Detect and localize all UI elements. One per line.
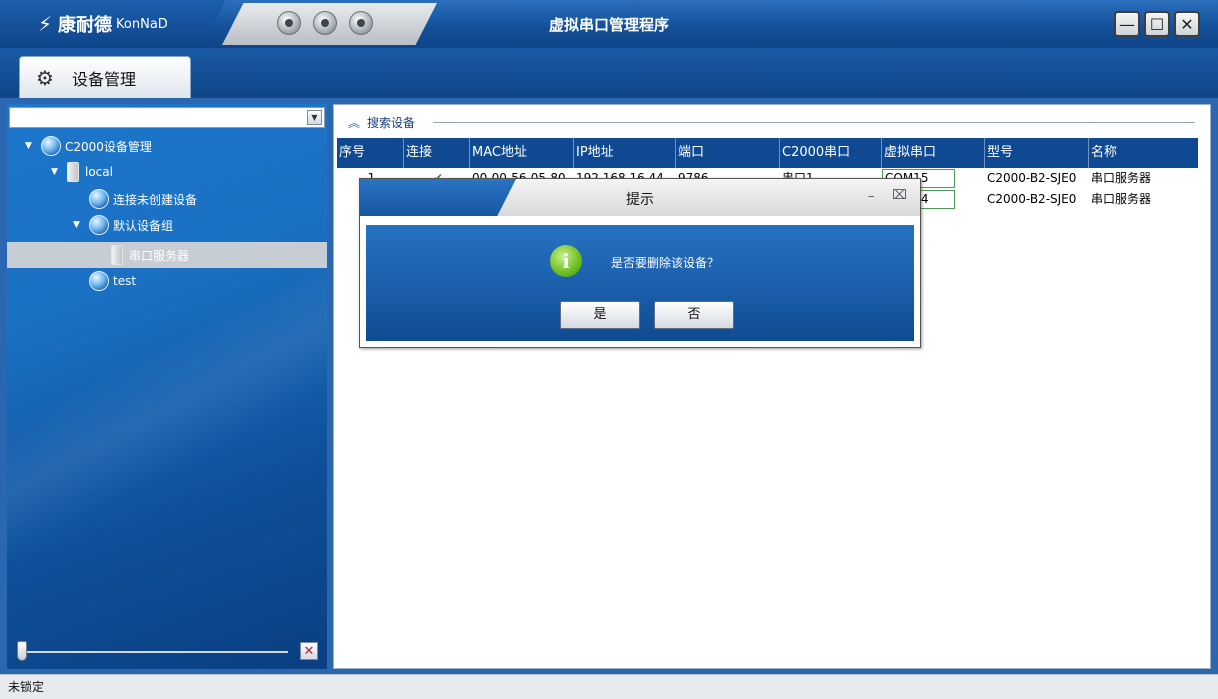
tree-item-label: 默认设备组 bbox=[113, 218, 174, 233]
logo-text-en: KonNaD bbox=[116, 16, 168, 32]
dialog-title-bar[interactable]: 提示 – ⌧ bbox=[360, 179, 920, 216]
globe-icon bbox=[41, 136, 61, 156]
search-section-header[interactable]: ︽ 搜索设备 bbox=[348, 114, 415, 131]
dialog-minimize-icon[interactable]: – bbox=[868, 189, 875, 204]
maximize-button[interactable]: ☐ bbox=[1144, 11, 1170, 37]
expand-arrow-icon[interactable]: ▼ bbox=[73, 220, 85, 230]
device-tree-panel: ▼ ▼ C2000设备管理 ▼ local 连接未创建设备 ▼ 默认设备组 串口… bbox=[7, 104, 327, 669]
cell-name: 串口服务器 bbox=[1091, 171, 1152, 185]
expand-arrow-icon[interactable]: ▼ bbox=[25, 141, 37, 151]
circle-icon bbox=[349, 11, 373, 35]
logo-text-cn: 康耐德 bbox=[58, 15, 113, 36]
table-header: 序号 连接 MAC地址 IP地址 端口 C2000串口 虚拟串口 型号 名称 bbox=[337, 138, 1198, 168]
tree-item-test[interactable]: test bbox=[89, 270, 136, 292]
tree-item-label: C2000设备管理 bbox=[65, 139, 152, 154]
expand-arrow-icon[interactable]: ▼ bbox=[51, 167, 63, 177]
close-button[interactable]: ✕ bbox=[1174, 11, 1200, 37]
section-divider bbox=[433, 122, 1195, 123]
globe-icon bbox=[89, 189, 109, 209]
column-header-name[interactable]: 名称 bbox=[1089, 138, 1198, 168]
globe-icon bbox=[89, 271, 109, 291]
lock-status-text: 未锁定 bbox=[8, 680, 45, 694]
cell-model: C2000-B2-SJE0 bbox=[987, 192, 1077, 206]
column-header-ip[interactable]: IP地址 bbox=[574, 138, 676, 168]
server-check-icon bbox=[111, 245, 123, 265]
tree-item-label: local bbox=[85, 165, 113, 179]
minimize-button[interactable]: — bbox=[1114, 11, 1140, 37]
chevron-down-icon[interactable]: ▼ bbox=[307, 110, 322, 125]
yes-button[interactable]: 是 bbox=[560, 301, 640, 329]
search-section-label: 搜索设备 bbox=[367, 116, 416, 130]
zoom-slider-thumb[interactable] bbox=[17, 641, 27, 661]
tree-item-local[interactable]: ▼ local bbox=[51, 161, 113, 183]
logo-mark-icon: ⚡ bbox=[38, 12, 53, 36]
tab-bar: ⚙ 设备管理 bbox=[0, 48, 1218, 98]
dialog-message: 是否要删除该设备？ bbox=[611, 256, 720, 270]
column-header-model[interactable]: 型号 bbox=[985, 138, 1089, 168]
tree-item-unconnected[interactable]: 连接未创建设备 bbox=[89, 188, 197, 210]
dialog-title: 提示 bbox=[626, 192, 654, 208]
circle-icon bbox=[313, 11, 337, 35]
status-bar: 未锁定 bbox=[0, 674, 1218, 699]
column-header-c2000-port[interactable]: C2000串口 bbox=[780, 138, 882, 168]
no-button[interactable]: 否 bbox=[654, 301, 734, 329]
cell-name: 串口服务器 bbox=[1091, 192, 1152, 206]
cell-model: C2000-B2-SJE0 bbox=[987, 171, 1077, 185]
confirm-delete-dialog: 提示 – ⌧ i 是否要删除该设备？ 是 否 bbox=[359, 178, 921, 348]
app-logo: ⚡ 康耐德 KonNaD bbox=[0, 0, 225, 48]
dialog-body: i 是否要删除该设备？ 是 否 bbox=[366, 225, 914, 341]
server-icon bbox=[67, 162, 79, 182]
tab-label: 设备管理 bbox=[71, 69, 136, 89]
dialog-close-icon[interactable]: ⌧ bbox=[892, 188, 907, 203]
tree-filter-combo[interactable]: ▼ bbox=[9, 107, 325, 128]
tree-item-label: 串口服务器 bbox=[129, 248, 190, 263]
tree-item-serial-server[interactable]: 串口服务器 bbox=[111, 244, 189, 266]
column-header-virtual-port[interactable]: 虚拟串口 bbox=[882, 138, 985, 168]
tree-item-default-group[interactable]: ▼ 默认设备组 bbox=[73, 214, 173, 236]
decorative-circles bbox=[222, 3, 437, 45]
info-icon: i bbox=[550, 245, 582, 277]
title-bar: ⚡ 康耐德 KonNaD 虚拟串口管理程序 — ☐ ✕ bbox=[0, 0, 1218, 48]
column-header-port[interactable]: 端口 bbox=[676, 138, 780, 168]
column-header-mac[interactable]: MAC地址 bbox=[470, 138, 574, 168]
globe-icon bbox=[89, 215, 109, 235]
circle-icon bbox=[277, 11, 301, 35]
column-header-index[interactable]: 序号 bbox=[337, 138, 404, 168]
tree-item-label: test bbox=[113, 274, 137, 288]
clear-icon[interactable]: ✕ bbox=[300, 642, 318, 660]
tab-device-management[interactable]: ⚙ 设备管理 bbox=[19, 56, 191, 98]
gear-icon: ⚙ bbox=[36, 65, 54, 90]
collapse-chevron-icon[interactable]: ︽ bbox=[348, 114, 360, 131]
zoom-slider-track[interactable] bbox=[23, 651, 288, 653]
column-header-connected[interactable]: 连接 bbox=[404, 138, 470, 168]
tree-item-c2000[interactable]: ▼ C2000设备管理 bbox=[25, 135, 152, 157]
tree-item-label: 连接未创建设备 bbox=[113, 192, 198, 207]
